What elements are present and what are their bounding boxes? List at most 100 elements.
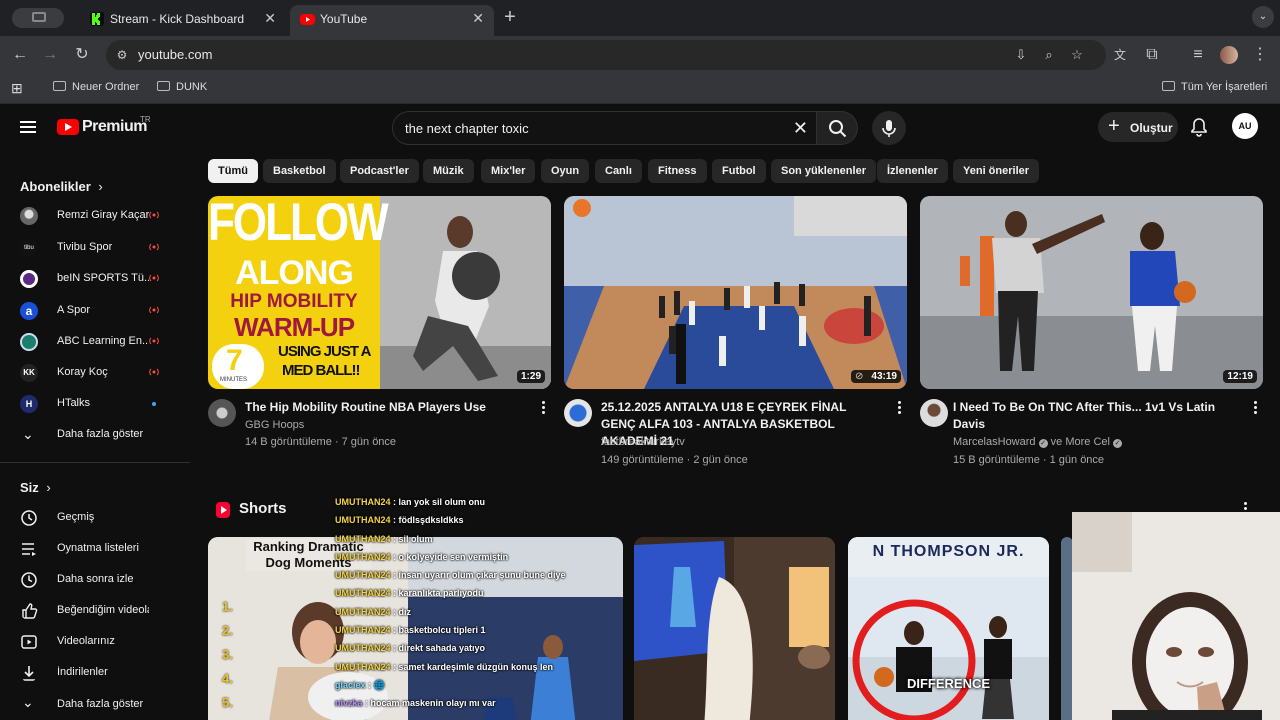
chip-podcasts[interactable]: Podcast'ler [340, 159, 419, 183]
channel-avatar[interactable] [208, 399, 236, 427]
sidebar-item-liked-videos[interactable]: Beğendiğim videolar [0, 596, 190, 626]
all-bookmarks-folder[interactable]: Tüm Yer İşaretleri [1162, 81, 1267, 93]
short-card[interactable]: N THOMPSON JR. DIFFERENCE [848, 537, 1049, 720]
voice-search-button[interactable] [872, 111, 906, 145]
sidebar-show-more-you[interactable]: ⌄ Daha fazla göster [0, 690, 190, 720]
chip-all[interactable]: Tümü [208, 159, 258, 183]
video-title[interactable]: I Need To Be On TNC After This... 1v1 Vs… [953, 399, 1223, 433]
short-thumbnail-art [848, 537, 1049, 720]
masthead: Premium TR the next chapter toxic ✕ + Ol… [0, 105, 1280, 153]
browser-menu-icon[interactable]: ⋮ [1250, 45, 1270, 65]
create-button[interactable]: + Oluştur [1098, 112, 1178, 142]
sidebar-subscription[interactable]: H HTalks [0, 389, 190, 419]
chat-message: UMUTHAN24 : samet kardeşimle düzgün konu… [335, 662, 625, 680]
video-thumbnail[interactable]: FOLLOW ALONG HIP MOBILITY WARM-UP 7 MINU… [208, 196, 551, 389]
install-app-icon[interactable]: ⇩ [1012, 47, 1030, 63]
you-heading[interactable]: Siz › [20, 480, 51, 495]
youtube-logo-icon[interactable] [57, 119, 79, 135]
back-icon[interactable]: ← [10, 45, 30, 65]
sidebar-item-downloads[interactable]: İndirilenler [0, 658, 190, 688]
video-thumbnail[interactable]: ⊘ 43:19 [564, 196, 907, 389]
chat-separator: : [390, 625, 399, 636]
zoom-icon[interactable]: ⌕ [1040, 47, 1058, 63]
chip-mixes[interactable]: Mix'ler [481, 159, 536, 183]
short-card[interactable] [634, 537, 835, 720]
video-channel[interactable]: GBG Hoops [245, 419, 304, 431]
chip-football[interactable]: Futbol [712, 159, 766, 183]
video-meta: 149 görüntüleme · 2 gün önce [601, 454, 748, 466]
channel-avatar[interactable] [564, 399, 592, 427]
forward-icon[interactable]: → [40, 45, 60, 65]
sidebar-item-your-videos[interactable]: Videolarınız [0, 627, 190, 657]
notifications-bell-icon[interactable] [1190, 117, 1208, 137]
chip-watched[interactable]: İzlenenler [877, 159, 948, 183]
youtube-logo-text[interactable]: Premium [82, 118, 147, 136]
chip-recently-uploaded[interactable]: Son yüklenenler [771, 159, 876, 183]
sidebar-subscription[interactable]: Remzi Giray Kaçar [0, 201, 190, 231]
video-menu-icon[interactable] [898, 401, 902, 415]
video-channel[interactable]: MarcelasHoward ✓ ve More Cel ✓ [953, 436, 1123, 448]
tab-youtube[interactable]: YouTube ✕ [290, 5, 494, 36]
tab-groups-button[interactable] [12, 8, 64, 28]
tab-kick-dashboard[interactable]: Stream - Kick Dashboard ✕ [80, 5, 286, 36]
sidebar-subscription[interactable]: tibu Tivibu Spor [0, 233, 190, 263]
sidebar-show-more[interactable]: ⌄ Daha fazla göster [0, 420, 190, 450]
sidebar-item-history[interactable]: Geçmiş [0, 503, 190, 533]
tab-search-button[interactable]: ⌄ [1252, 6, 1274, 28]
search-button[interactable] [816, 111, 858, 145]
account-avatar[interactable]: AU [1232, 113, 1258, 139]
chat-message: UMUTHAN24 : o kolyeyide sen vermiştin [335, 552, 625, 570]
sidebar-item-label: İndirilenler [57, 666, 108, 678]
channel-avatar[interactable] [920, 399, 948, 427]
profile-icon[interactable] [1220, 45, 1240, 65]
chip-music[interactable]: Müzik [423, 159, 474, 183]
channel-avatar [20, 270, 38, 288]
close-tab-icon[interactable]: ✕ [472, 10, 484, 27]
apps-grid-icon[interactable]: ⊞ [11, 80, 23, 97]
chip-gaming[interactable]: Oyun [541, 159, 590, 183]
video-menu-icon[interactable] [542, 401, 546, 415]
chat-text: samet kardeşimle düzgün konuş len [398, 661, 554, 672]
duration-text: 43:19 [871, 371, 897, 382]
media-control-icon[interactable]: ≡ [1188, 45, 1208, 65]
chevron-right-icon: › [98, 179, 103, 194]
sidebar-subscription[interactable]: beIN SPORTS Tü... [0, 264, 190, 294]
new-tab-button[interactable]: + [500, 6, 520, 29]
bookmark-folder-dunk[interactable]: DUNK [157, 81, 207, 93]
search-input[interactable]: the next chapter toxic ✕ [392, 111, 818, 145]
sidebar-item-watch-later[interactable]: Daha sonra izle [0, 565, 190, 595]
bookmarks-bar: ⊞ Neuer Ordner DUNK Tüm Yer İşaretleri [0, 74, 1280, 104]
chip-live[interactable]: Canlı [595, 159, 642, 183]
video-thumbnail[interactable]: 12:19 [920, 196, 1263, 389]
guide-menu-icon[interactable] [20, 121, 36, 133]
bookmark-label: Neuer Ordner [72, 81, 140, 93]
chat-separator: : [390, 588, 399, 599]
bookmark-folder-neuer-ordner[interactable]: Neuer Ordner [53, 81, 139, 93]
extensions-icon[interactable]: ⧉ [1142, 45, 1162, 65]
video-menu-icon[interactable] [1254, 401, 1258, 415]
new-content-dot [152, 402, 156, 406]
video-title[interactable]: The Hip Mobility Routine NBA Players Use [245, 399, 515, 416]
sidebar-subscription[interactable]: a A Spor [0, 296, 190, 326]
translate-icon[interactable]: 文 [1110, 45, 1130, 65]
chip-fitness[interactable]: Fitness [648, 159, 707, 183]
chevron-down-icon: ⌄ [22, 426, 34, 442]
video-channel[interactable]: fastbreakturkeytv [601, 436, 685, 448]
sidebar-subscription[interactable]: KK Koray Koç [0, 358, 190, 388]
clear-search-icon[interactable]: ✕ [793, 118, 808, 139]
sidebar-divider [0, 462, 190, 463]
bookmark-star-icon[interactable]: ☆ [1068, 47, 1086, 63]
site-info-icon[interactable]: ⚙ [114, 47, 130, 63]
chip-basketball[interactable]: Basketbol [263, 159, 336, 183]
close-tab-icon[interactable]: ✕ [264, 10, 276, 27]
thumb-line-5: USING JUST A [278, 343, 371, 360]
chip-new-to-you[interactable]: Yeni öneriler [953, 159, 1040, 183]
sidebar-subscription[interactable]: ABC Learning En... [0, 327, 190, 357]
reload-icon[interactable]: ↻ [72, 45, 92, 65]
subscriptions-heading[interactable]: Abonelikler › [20, 179, 103, 194]
address-bar[interactable]: ⚙ youtube.com ⇩ ⌕ ☆ [106, 40, 1106, 70]
live-icon [149, 337, 159, 345]
thumb-line-3: HIP MOBILITY [230, 291, 358, 312]
search-query: the next chapter toxic [405, 121, 529, 136]
sidebar-item-playlists[interactable]: Oynatma listeleri [0, 534, 190, 564]
